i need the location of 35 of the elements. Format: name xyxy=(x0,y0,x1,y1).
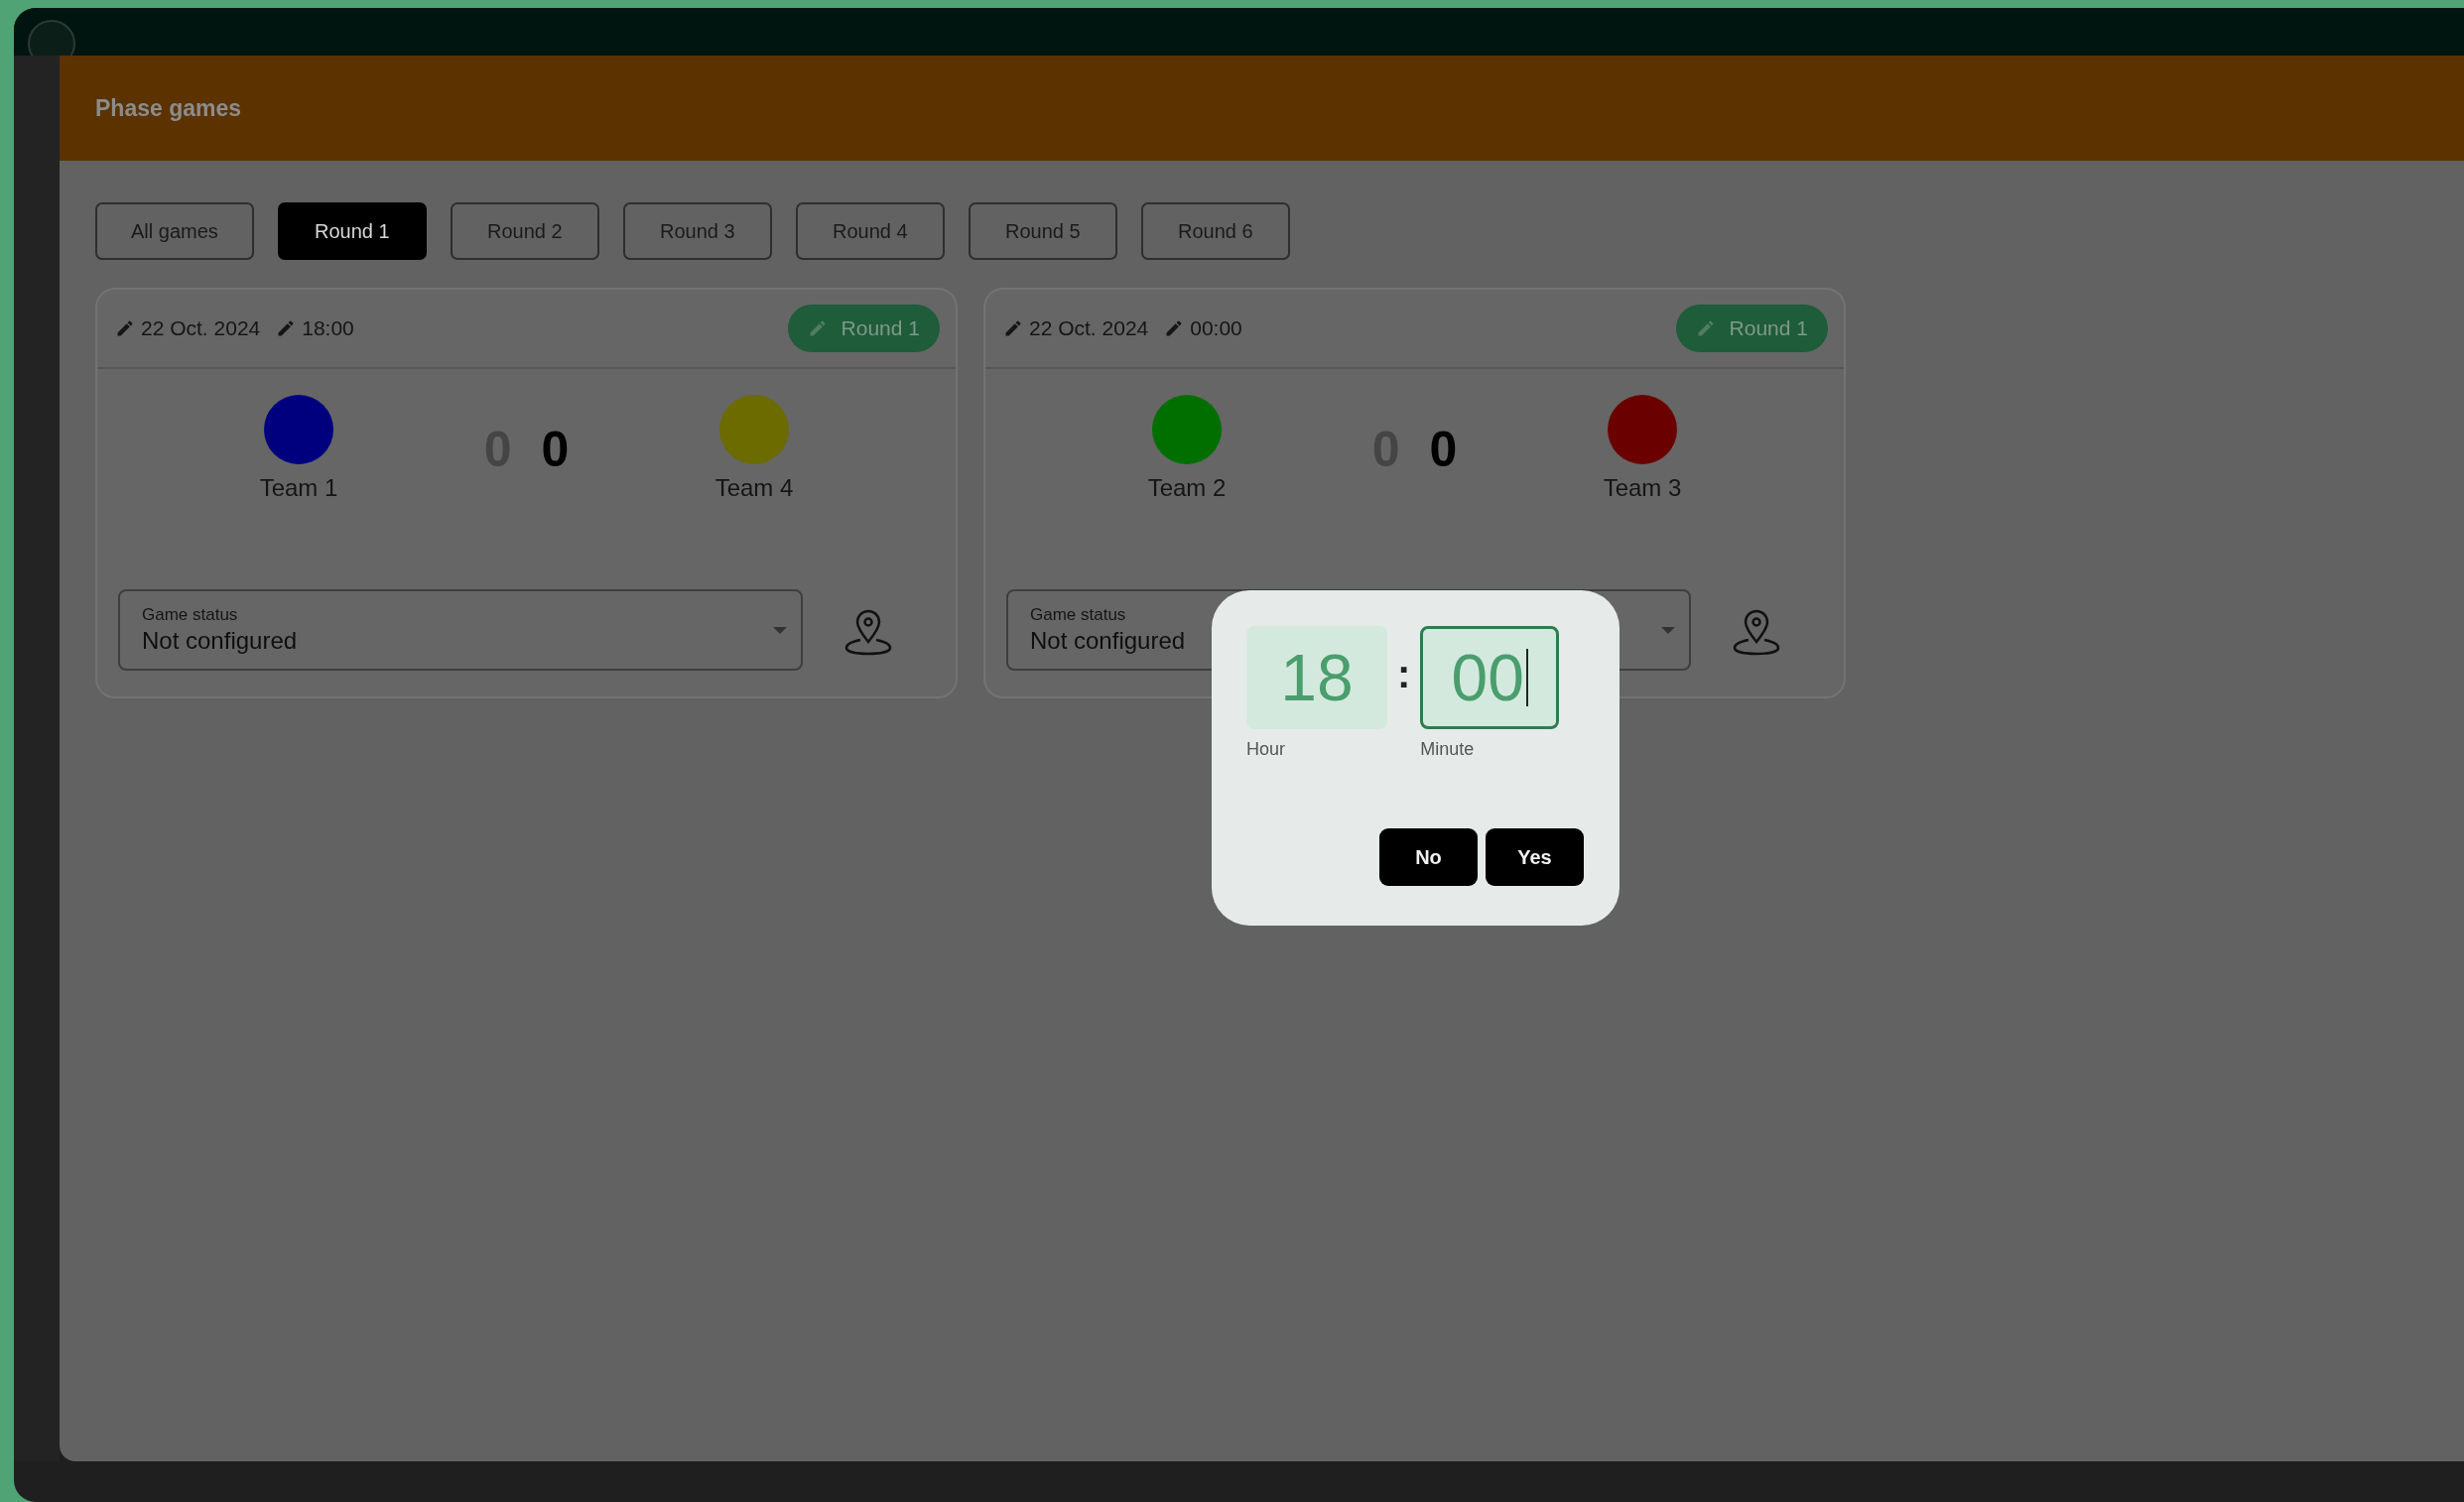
field-label: Minute xyxy=(1420,739,1476,760)
round-chip[interactable]: Round 1 xyxy=(1675,305,1828,352)
team-name: Team 4 xyxy=(714,474,794,502)
round-tab[interactable]: Round 3 xyxy=(622,202,772,260)
dropdown-arrow-icon xyxy=(773,626,787,634)
dialog-button[interactable]: Yes xyxy=(1486,828,1584,886)
pencil-icon[interactable] xyxy=(115,318,135,338)
game-status-select[interactable]: Game status Not configured xyxy=(118,589,803,671)
away-score: 0 xyxy=(1429,421,1458,478)
team-name: Team 2 xyxy=(1147,474,1227,502)
team-name: Team 3 xyxy=(1603,474,1682,502)
select-label: Game status xyxy=(142,605,239,625)
game-date: 22 Oct. 2024 xyxy=(1029,316,1149,340)
round-tab[interactable]: Round 4 xyxy=(795,202,945,260)
round-tab[interactable]: Round 2 xyxy=(450,202,599,260)
round-tab[interactable]: Round 5 xyxy=(968,202,1117,260)
team-name: Team 1 xyxy=(259,474,338,502)
select-value: Not configured xyxy=(1030,627,1187,655)
game-date: 22 Oct. 2024 xyxy=(141,316,261,340)
pencil-icon[interactable] xyxy=(1003,318,1023,338)
game-time: 18:00 xyxy=(302,316,354,340)
field-label: Hour xyxy=(1246,739,1286,760)
round-tab[interactable]: Round 6 xyxy=(1140,202,1290,260)
round-chip[interactable]: Round 1 xyxy=(787,305,940,352)
round-tab[interactable]: Round 1 xyxy=(277,202,427,260)
select-value: Not configured xyxy=(142,627,299,655)
dropdown-arrow-icon xyxy=(1661,626,1675,634)
select-label: Game status xyxy=(1030,605,1127,625)
round-tab[interactable]: All games xyxy=(95,202,254,260)
game-time: 00:00 xyxy=(1190,316,1242,340)
hour-field[interactable]: 18 xyxy=(1246,626,1387,729)
dialog-button[interactable]: No xyxy=(1379,828,1478,886)
dialog-title: Phase games xyxy=(95,94,242,122)
away-score: 0 xyxy=(541,421,570,478)
minute-field[interactable]: 00 xyxy=(1420,626,1560,729)
